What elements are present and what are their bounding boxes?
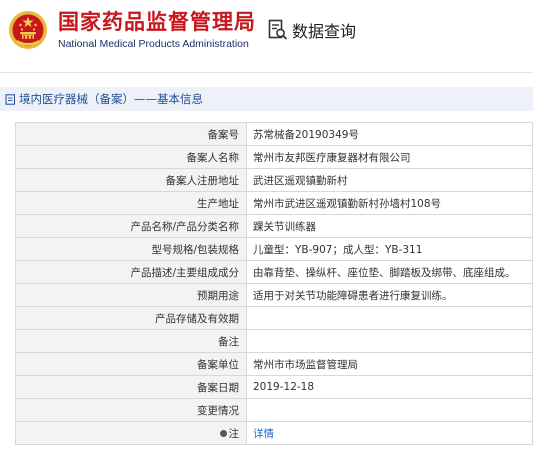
header-divider xyxy=(0,72,533,73)
row-value: 常州市市场监督管理局 xyxy=(246,352,533,376)
row-value: 2019-12-18 xyxy=(246,375,533,399)
agency-name-en: National Medical Products Administration xyxy=(58,38,249,50)
row-value: 常州市友邦医疗康复器材有限公司 xyxy=(246,145,533,169)
table-row: 产品描述/主要组成成分 由靠背垫、操纵杆、座位垫、脚踏板及绑带、底座组成。 xyxy=(15,260,533,284)
table-row-note: 注 详情 xyxy=(15,421,533,445)
details-link[interactable]: 详情 xyxy=(253,428,274,440)
note-row-label: 注 xyxy=(228,427,240,440)
row-value xyxy=(246,398,533,422)
table-row: 备案日期 2019-12-18 xyxy=(15,375,533,399)
table-row: 产品存储及有效期 xyxy=(15,306,533,330)
document-icon xyxy=(5,93,15,105)
row-value: 苏常械备20190349号 xyxy=(246,122,533,146)
row-value: 儿童型：YB-907；成人型：YB-311 xyxy=(246,237,533,261)
row-value: 常州市武进区遥观镇勤新村孙墙村108号 xyxy=(246,191,533,215)
note-bullet-icon xyxy=(219,430,227,437)
row-label: 产品描述/主要组成成分 xyxy=(15,260,247,284)
row-value: 适用于对关节功能障碍患者进行康复训练。 xyxy=(246,283,533,307)
table-row: 备案单位 常州市市场监督管理局 xyxy=(15,352,533,376)
section-title: 境内医疗器械（备案）——基本信息 xyxy=(19,92,203,106)
row-label: 产品名称/产品分类名称 xyxy=(15,214,247,238)
section-header: 境内医疗器械（备案）——基本信息 xyxy=(0,87,533,111)
table-row: 产品名称/产品分类名称 踝关节训练器 xyxy=(15,214,533,238)
row-label: 备注 xyxy=(15,329,247,353)
row-label: 备案人注册地址 xyxy=(15,168,247,192)
row-label: 产品存储及有效期 xyxy=(15,306,247,330)
row-label: 备案日期 xyxy=(15,375,247,399)
table-row: 备案人注册地址 武进区遥观镇勤新村 xyxy=(15,168,533,192)
row-label: 型号规格/包装规格 xyxy=(15,237,247,261)
row-value xyxy=(246,306,533,330)
row-label: 备案号 xyxy=(15,122,247,146)
row-label: 备案单位 xyxy=(15,352,247,376)
table-row: 预期用途 适用于对关节功能障碍患者进行康复训练。 xyxy=(15,283,533,307)
table-row: 备案号 苏常械备20190349号 xyxy=(15,122,533,146)
table-row: 备注 xyxy=(15,329,533,353)
data-query-icon xyxy=(268,19,288,40)
site-header: 国家药品监督管理局 National Medical Products Admi… xyxy=(0,0,533,64)
national-emblem-icon xyxy=(9,11,47,49)
table-row: 生产地址 常州市武进区遥观镇勤新村孙墙村108号 xyxy=(15,191,533,215)
table-row: 型号规格/包装规格 儿童型：YB-907；成人型：YB-311 xyxy=(15,237,533,261)
row-label: 变更情况 xyxy=(15,398,247,422)
row-value: 武进区遥观镇勤新村 xyxy=(246,168,533,192)
agency-name-cn: 国家药品监督管理局 xyxy=(58,10,256,34)
row-label: 预期用途 xyxy=(15,283,247,307)
note-row-value-cell: 详情 xyxy=(246,421,533,445)
table-row: 变更情况 xyxy=(15,398,533,422)
table-row: 备案人名称 常州市友邦医疗康复器材有限公司 xyxy=(15,145,533,169)
row-value: 踝关节训练器 xyxy=(246,214,533,238)
data-query-link[interactable]: 数据查询 xyxy=(268,16,356,44)
row-label: 生产地址 xyxy=(15,191,247,215)
data-query-label: 数据查询 xyxy=(292,22,357,41)
row-value: 由靠背垫、操纵杆、座位垫、脚踏板及绑带、底座组成。 xyxy=(246,260,533,284)
row-label: 备案人名称 xyxy=(15,145,247,169)
note-row-label-cell: 注 xyxy=(15,421,247,445)
detail-table: 备案号 苏常械备20190349号 备案人名称 常州市友邦医疗康复器材有限公司 … xyxy=(15,122,533,445)
row-value xyxy=(246,329,533,353)
